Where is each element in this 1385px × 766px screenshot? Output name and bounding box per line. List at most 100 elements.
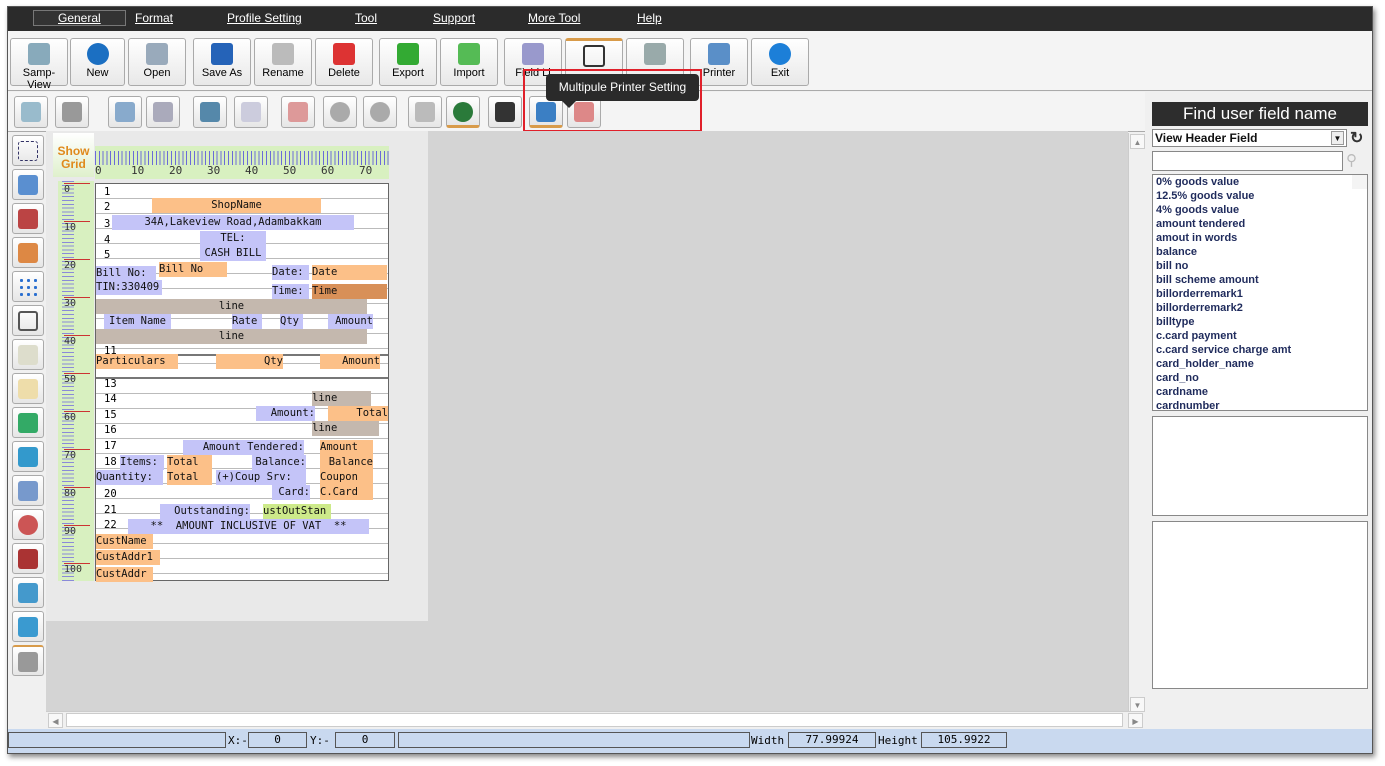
list-item[interactable]: billorderremark1 xyxy=(1153,287,1367,301)
list-item[interactable]: c.card service charge amt xyxy=(1153,343,1367,357)
field-address[interactable]: 34A,Lakeview Road,Adambakkam xyxy=(112,215,354,230)
list-item[interactable]: card_no xyxy=(1153,371,1367,385)
receipt-printer-button[interactable] xyxy=(408,96,442,128)
horizontal-scrollbar[interactable]: ◀ ▶ xyxy=(46,711,1145,728)
refresh-icon[interactable]: ↻ xyxy=(1350,128,1363,148)
scroll-up-icon[interactable]: ▲ xyxy=(1130,134,1145,149)
field-cash-bill[interactable]: CASH BILL xyxy=(200,246,266,261)
printer-settings-button[interactable] xyxy=(193,96,227,128)
field-shopname[interactable]: ShopName xyxy=(152,198,321,213)
image-tool[interactable] xyxy=(12,407,44,438)
field-amount-tendered[interactable]: Amount xyxy=(320,440,373,455)
scroll-down-icon[interactable]: ▼ xyxy=(1130,697,1145,712)
edit-tool[interactable] xyxy=(12,373,44,404)
field-total[interactable]: Total xyxy=(328,406,388,421)
menu-more-tool[interactable]: More Tool xyxy=(528,11,580,25)
field-quantity-total[interactable]: Total xyxy=(167,470,212,485)
list-item[interactable]: c.card payment xyxy=(1153,329,1367,343)
text-tool[interactable] xyxy=(12,135,44,166)
menu-format[interactable]: Format xyxy=(135,11,173,25)
field-line[interactable]: line xyxy=(96,299,367,314)
field-qty[interactable]: Qty xyxy=(280,314,303,329)
design-canvas[interactable]: Show Grid 0 10 20 30 40 50 60 70 0 10 20 … xyxy=(46,131,1128,711)
field-card[interactable]: C.Card xyxy=(320,485,373,500)
list-item[interactable]: balance xyxy=(1153,245,1367,259)
field-date-label[interactable]: Date: xyxy=(272,265,309,280)
field-amount-tendered-label[interactable]: Amount Tendered: xyxy=(183,440,304,455)
field-bill-no[interactable]: Bill No xyxy=(159,262,227,277)
note-tool[interactable] xyxy=(12,339,44,370)
field-bill-no-label[interactable]: Bill No: xyxy=(96,266,156,281)
layout-tool[interactable] xyxy=(12,169,44,200)
list-item[interactable]: billtype xyxy=(1153,315,1367,329)
vertical-scrollbar[interactable]: ▲ ▼ xyxy=(1128,133,1145,713)
remove-fields-button[interactable] xyxy=(146,96,180,128)
scroll-right-icon[interactable]: ▶ xyxy=(1128,713,1143,728)
list-item[interactable]: 4% goods value xyxy=(1153,203,1367,217)
list-item[interactable]: bill scheme amount xyxy=(1153,273,1367,287)
field-balance-label[interactable]: Balance: xyxy=(252,455,306,470)
field-coupon-label[interactable]: (+)Coup Srv: xyxy=(216,470,306,485)
field-time[interactable]: Time xyxy=(312,284,387,299)
list-item[interactable]: 12.5% goods value xyxy=(1153,189,1367,203)
clock-tool[interactable] xyxy=(12,509,44,540)
pencil-tool[interactable] xyxy=(12,237,44,268)
field-tel[interactable]: TEL: xyxy=(200,231,266,246)
new-button[interactable]: New xyxy=(70,38,125,86)
field-tin[interactable]: TIN:330409 xyxy=(96,280,162,295)
globe-button[interactable] xyxy=(446,96,480,128)
field-custaddr[interactable]: CustAddr xyxy=(96,567,153,582)
page-tool[interactable] xyxy=(12,305,44,336)
scroll-thumb[interactable] xyxy=(66,713,1123,727)
field-date[interactable]: Date xyxy=(312,265,387,280)
field-amount-label[interactable]: Amount: xyxy=(256,406,315,421)
percent-tool[interactable] xyxy=(12,611,44,642)
menu-profile-setting[interactable]: Profile Setting xyxy=(227,11,302,25)
exit-button[interactable]: Exit xyxy=(751,38,809,86)
field-balance[interactable]: Balance xyxy=(320,455,373,470)
search-icon[interactable]: ⚲ xyxy=(1346,151,1357,169)
save-as-button[interactable]: Save As xyxy=(193,38,251,86)
page-settings-button[interactable] xyxy=(234,96,268,128)
delete-button[interactable]: Delete xyxy=(315,38,373,86)
field-line[interactable]: line xyxy=(312,391,371,406)
field-items-total[interactable]: Total xyxy=(167,455,212,470)
list-item[interactable]: cardnumber xyxy=(1153,399,1367,410)
field-custname[interactable]: CustName xyxy=(96,534,153,549)
cash-drawer-button[interactable] xyxy=(488,96,522,128)
menu-tool[interactable]: Tool xyxy=(355,11,377,25)
cloud-upload-button[interactable] xyxy=(323,96,357,128)
insert-button[interactable] xyxy=(281,96,315,128)
field-list[interactable]: 0% goods value 12.5% goods value 4% goods … xyxy=(1152,174,1368,411)
list-item[interactable]: bill no xyxy=(1153,259,1367,273)
field-items-label[interactable]: Items: xyxy=(120,455,164,470)
numbered-list-tool[interactable] xyxy=(12,441,44,472)
field-particulars-amount[interactable]: Amount xyxy=(320,354,380,369)
scroll-left-icon[interactable]: ◀ xyxy=(48,713,63,728)
field-search-input[interactable] xyxy=(1152,151,1343,171)
field-time-label[interactable]: Time: xyxy=(272,284,309,299)
menu-general[interactable]: General xyxy=(33,10,126,26)
samp-view-button[interactable]: Samp-View xyxy=(10,38,68,91)
field-type-select[interactable]: View Header Field ▼ xyxy=(1152,129,1347,147)
field-rate[interactable]: Rate xyxy=(232,314,262,329)
list-item[interactable]: cardname xyxy=(1153,385,1367,399)
field-quantity-label[interactable]: Quantity: xyxy=(96,470,163,485)
field-line[interactable]: line xyxy=(312,421,379,436)
field-item-name[interactable]: Item Name xyxy=(104,314,171,329)
dots-tool[interactable] xyxy=(12,271,44,302)
open-button[interactable]: Open xyxy=(128,38,186,86)
list-item[interactable]: amout in words xyxy=(1153,231,1367,245)
cloud-download-button[interactable] xyxy=(363,96,397,128)
print-preview-button[interactable] xyxy=(14,96,48,128)
list-item[interactable]: amount tendered xyxy=(1153,217,1367,231)
field-particulars[interactable]: Particulars xyxy=(96,354,178,369)
document-tool[interactable] xyxy=(12,475,44,506)
print-button[interactable] xyxy=(55,96,89,128)
list-scrollbar[interactable] xyxy=(1352,175,1367,189)
show-grid-button[interactable]: Show Grid xyxy=(53,133,94,177)
field-custaddr1[interactable]: CustAddr1 xyxy=(96,550,160,565)
menu-help[interactable]: Help xyxy=(637,11,662,25)
coins-tool[interactable] xyxy=(12,645,44,676)
calendar-tool[interactable] xyxy=(12,543,44,574)
